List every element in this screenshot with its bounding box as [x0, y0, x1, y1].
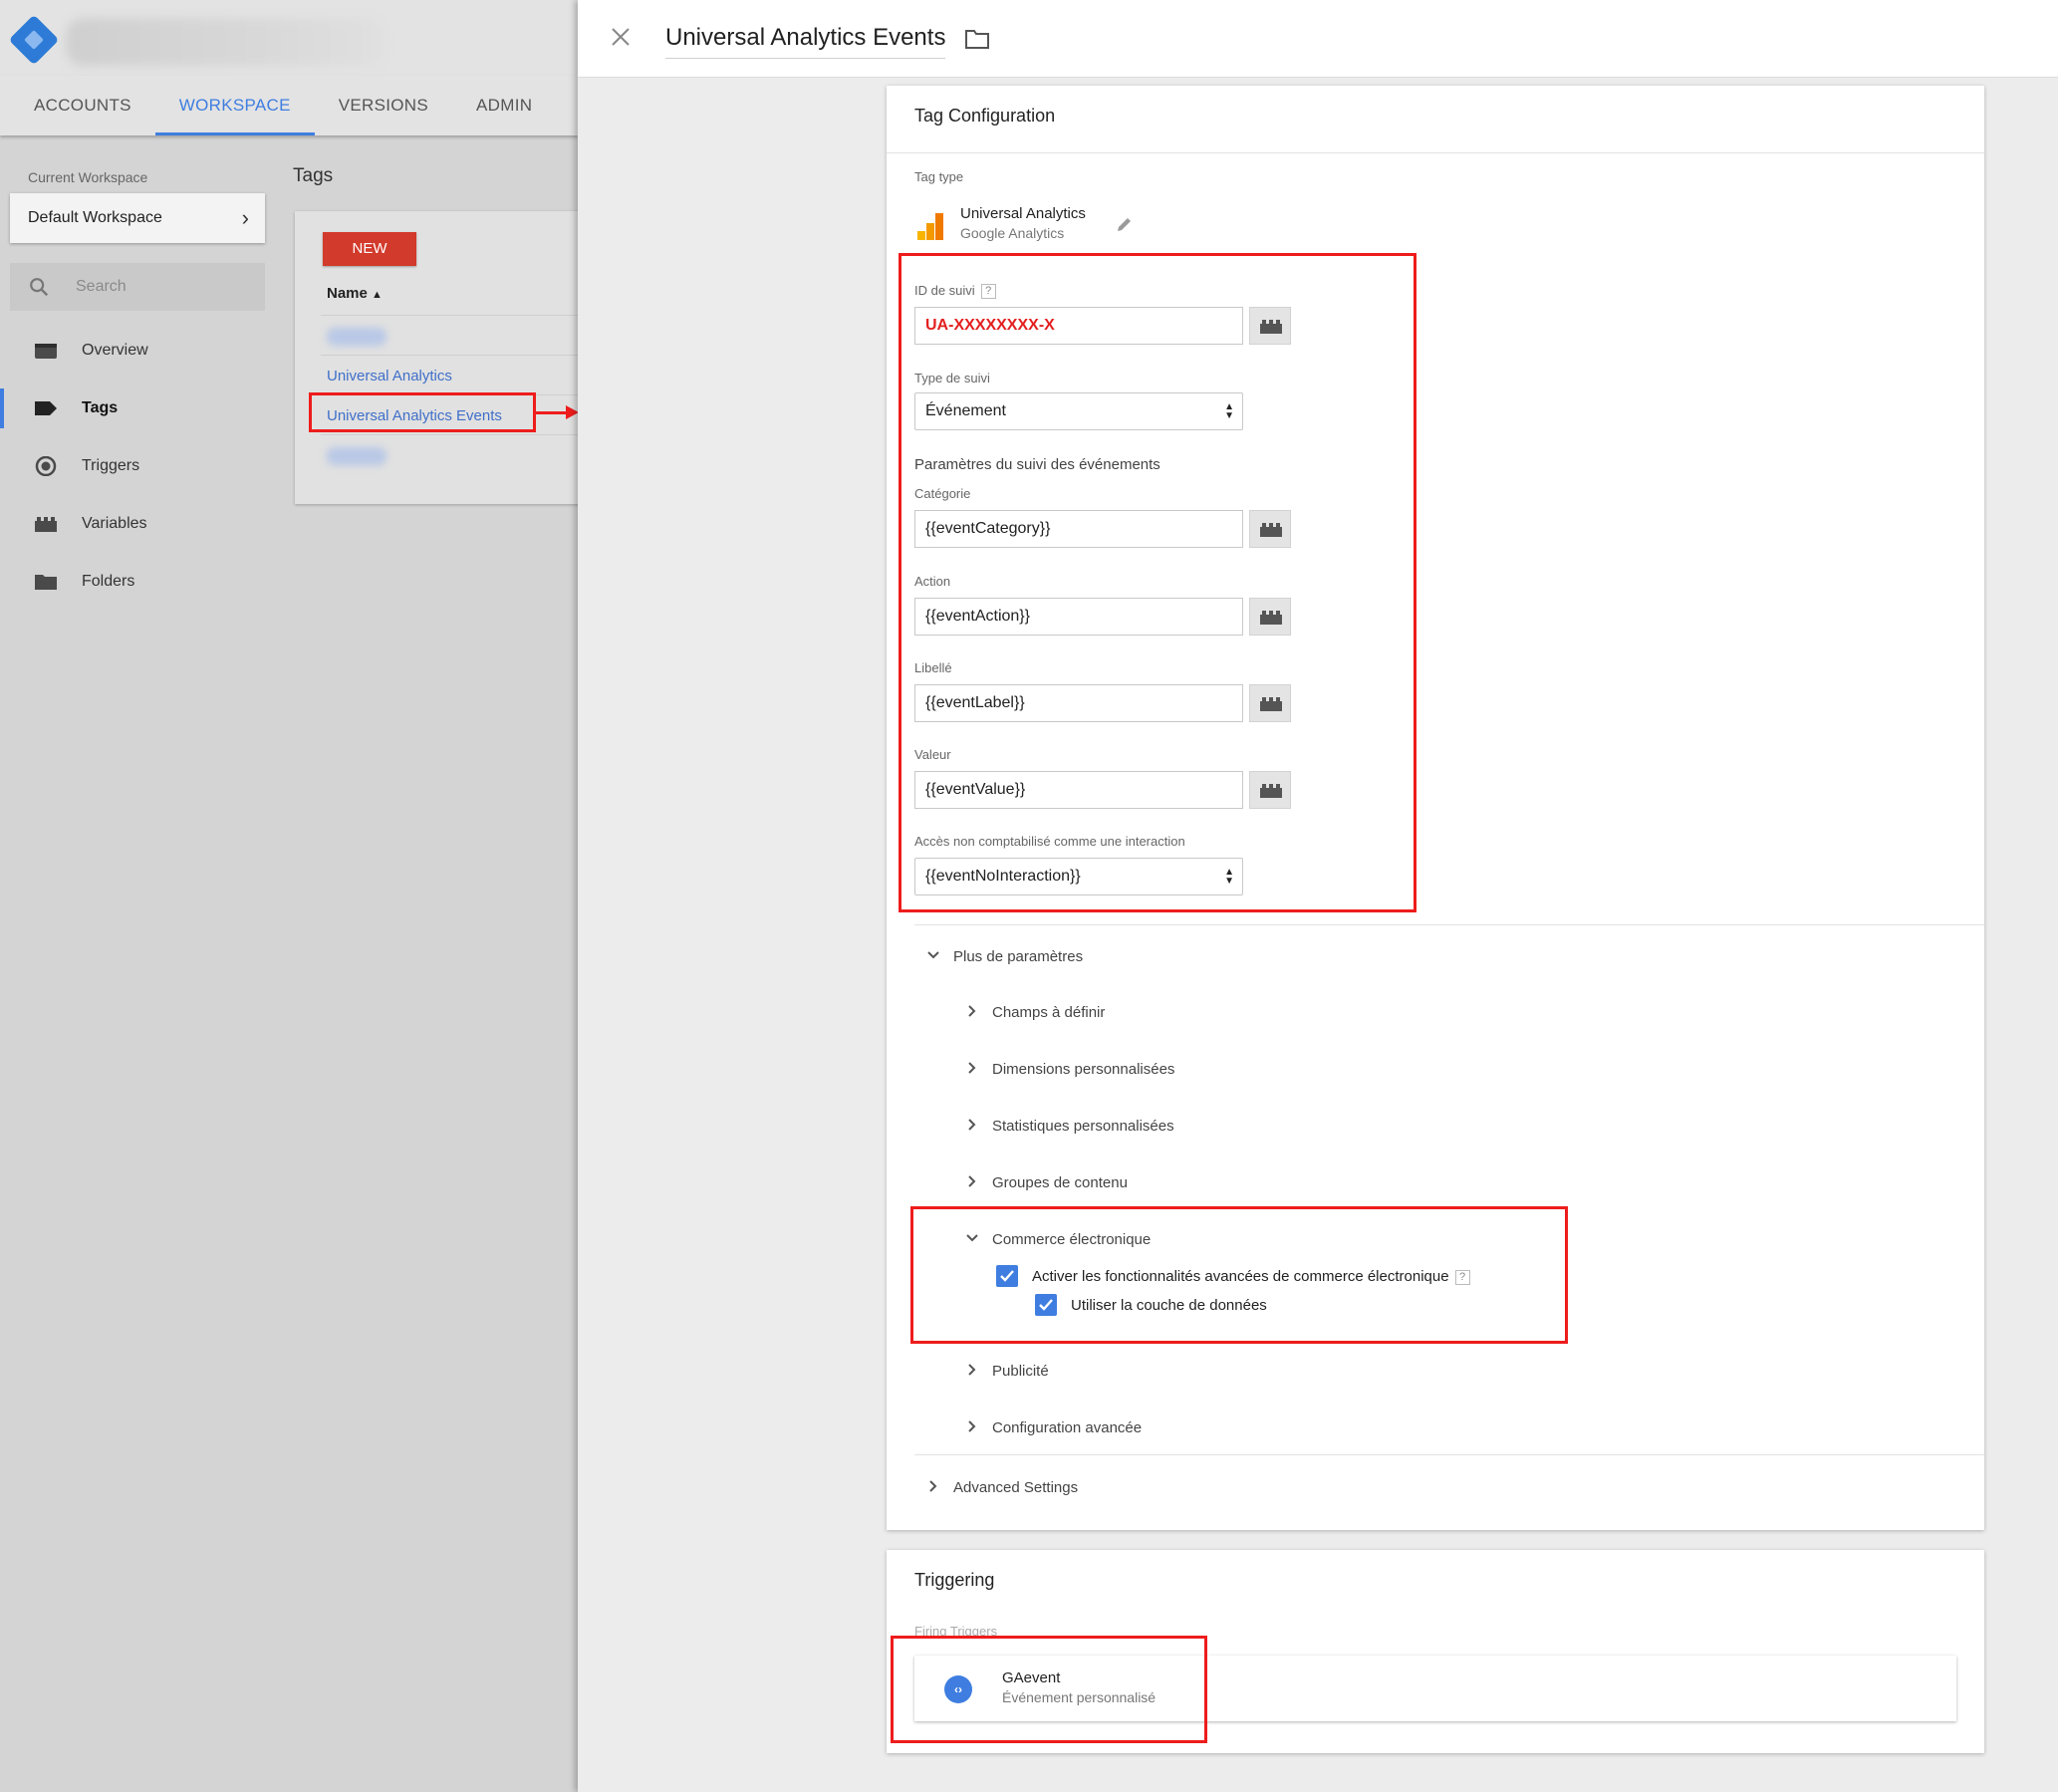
sidebar-item-variables[interactable]: Variables: [0, 500, 279, 548]
triggering-card: Triggering Firing Triggers ‹› GAevent Év…: [887, 1550, 1984, 1753]
tab-accounts[interactable]: ACCOUNTS: [0, 76, 155, 135]
custom-dimensions-label: Dimensions personnalisées: [992, 1061, 1175, 1078]
fields-to-set-toggle[interactable]: Champs à définir: [968, 1004, 1106, 1021]
sidebar-item-label: Folders: [82, 573, 135, 590]
tags-heading: Tags: [293, 165, 334, 186]
tags-list-card: NEW Name ▲ Universal Analytics Universal…: [295, 211, 578, 504]
main-nav-tabs: ACCOUNTS WORKSPACE VERSIONS ADMIN: [0, 76, 578, 135]
card-title: Tag Configuration: [914, 106, 1056, 126]
more-settings-toggle[interactable]: Plus de paramètres: [927, 948, 1084, 965]
panel-header: Universal Analytics Events: [578, 0, 2058, 78]
tag-type-name: Universal Analytics: [960, 205, 1086, 222]
more-settings-label: Plus de paramètres: [953, 948, 1084, 965]
name-column-label: Name: [327, 285, 368, 302]
redacted-tag-name: [327, 447, 386, 465]
table-row[interactable]: Universal Analytics: [321, 355, 578, 394]
account-name-redacted: [66, 18, 385, 66]
sidebar-item-label: Tags: [82, 399, 119, 416]
sidebar-item-triggers[interactable]: Triggers: [0, 442, 279, 490]
sidebar-item-label: Variables: [82, 515, 147, 532]
chevron-down-icon: [927, 951, 939, 959]
current-workspace-label: Current Workspace: [28, 169, 148, 185]
advanced-config-toggle[interactable]: Configuration avancée: [968, 1419, 1143, 1436]
advanced-config-label: Configuration avancée: [992, 1419, 1143, 1436]
tag-type-vendor: Google Analytics: [960, 225, 1065, 241]
tab-versions[interactable]: VERSIONS: [315, 76, 452, 135]
tab-admin[interactable]: ADMIN: [452, 76, 556, 135]
redacted-tag-name: [327, 328, 386, 346]
sidebar-item-overview[interactable]: Overview: [0, 327, 279, 375]
divider: [914, 1454, 1984, 1455]
folder-icon[interactable]: [964, 28, 990, 50]
card-title: Triggering: [914, 1570, 995, 1590]
chevron-right-icon: [968, 1420, 976, 1432]
close-icon[interactable]: [608, 24, 634, 50]
chevron-right-icon: [929, 1480, 937, 1492]
tag-icon: [35, 401, 57, 415]
custom-metrics-toggle[interactable]: Statistiques personnalisées: [968, 1118, 1174, 1135]
chevron-right-icon: [968, 1005, 976, 1017]
tag-type-label: Tag type: [914, 169, 964, 184]
new-tag-button[interactable]: NEW: [323, 232, 416, 266]
annotation-arrow-head: [566, 405, 578, 419]
sidebar-item-label: Overview: [82, 342, 148, 359]
tag-configuration-card: Tag Configuration Tag type Universal Ana…: [887, 86, 1984, 1530]
edit-pencil-icon[interactable]: [1116, 215, 1134, 233]
google-analytics-icon: [917, 213, 943, 240]
sidebar-item-label: Triggers: [82, 457, 140, 474]
top-bar: [0, 0, 578, 76]
content-groups-toggle[interactable]: Groupes de contenu: [968, 1174, 1128, 1191]
workspace-selector[interactable]: Default Workspace ›: [10, 193, 265, 243]
folder-icon: [35, 575, 57, 590]
advanced-settings-toggle[interactable]: Advanced Settings: [929, 1479, 1079, 1496]
search-placeholder: Search: [76, 278, 127, 295]
custom-metrics-label: Statistiques personnalisées: [992, 1118, 1174, 1135]
fields-to-set-label: Champs à définir: [992, 1004, 1106, 1021]
annotation-highlight-box: [309, 392, 536, 432]
advertising-toggle[interactable]: Publicité: [968, 1363, 1049, 1380]
search-icon: [30, 278, 49, 297]
tab-workspace[interactable]: WORKSPACE: [154, 76, 315, 135]
chevron-right-icon: ›: [241, 205, 249, 230]
tag-name-title[interactable]: Universal Analytics Events: [665, 24, 946, 59]
search-input[interactable]: Search: [10, 263, 265, 311]
custom-dimensions-toggle[interactable]: Dimensions personnalisées: [968, 1061, 1175, 1078]
overview-icon: [35, 344, 57, 359]
annotation-highlight-box: [891, 1636, 1207, 1743]
chevron-right-icon: [968, 1062, 976, 1074]
annotation-highlight-box: [899, 253, 1416, 912]
annotation-highlight-box: [910, 1206, 1568, 1344]
sort-ascending-icon: ▲: [372, 289, 383, 301]
divider: [914, 924, 1984, 925]
table-row[interactable]: [321, 315, 578, 355]
content-groups-label: Groupes de contenu: [992, 1174, 1128, 1191]
gtm-logo-icon: [8, 14, 60, 66]
variables-icon: [35, 517, 57, 532]
advertising-label: Publicité: [992, 1363, 1049, 1380]
workspace-background: ACCOUNTS WORKSPACE VERSIONS ADMIN Curren…: [0, 0, 578, 1792]
sidebar-item-tags[interactable]: Tags: [0, 384, 279, 432]
workspace-name: Default Workspace: [28, 209, 162, 226]
tag-editor-panel: Universal Analytics Events Tag Configura…: [578, 0, 2058, 1792]
divider: [887, 152, 1984, 153]
tag-link[interactable]: Universal Analytics: [327, 368, 452, 384]
chevron-right-icon: [968, 1175, 976, 1187]
trigger-icon: [35, 456, 57, 476]
name-column-header[interactable]: Name ▲: [327, 285, 383, 302]
chevron-right-icon: [968, 1364, 976, 1376]
advanced-settings-label: Advanced Settings: [953, 1479, 1079, 1496]
chevron-right-icon: [968, 1119, 976, 1131]
table-row[interactable]: [321, 434, 578, 474]
sidebar-item-folders[interactable]: Folders: [0, 558, 279, 606]
